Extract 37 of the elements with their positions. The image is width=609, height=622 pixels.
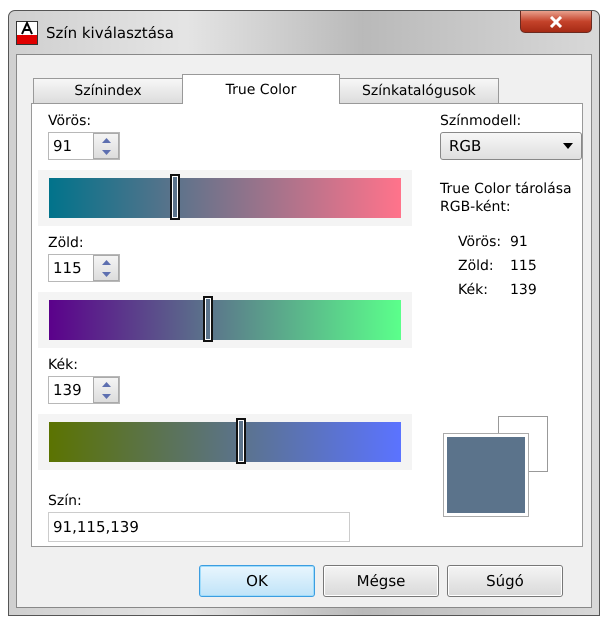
up-arrow-icon — [102, 382, 110, 386]
channel-label: Vörös: — [48, 112, 92, 130]
channel-label: Zöld: — [48, 234, 85, 252]
slider-thumb[interactable] — [170, 174, 180, 220]
color-model-dropdown[interactable]: RGB — [440, 132, 582, 160]
channel-name: Vörös: — [458, 234, 502, 250]
storage-caption: True Color tárolása RGB-ként: — [440, 180, 573, 216]
close-button[interactable] — [520, 11, 592, 33]
down-arrow-icon — [102, 150, 110, 154]
spin-field[interactable]: 91 — [48, 132, 120, 160]
color-model-label: Színmodell: — [440, 112, 522, 130]
down-arrow-icon — [102, 272, 110, 276]
dialog-button[interactable]: Súgó — [447, 565, 563, 597]
channel-name: Kék: — [458, 282, 489, 298]
window-title: Szín kiválasztása — [46, 24, 174, 42]
slider-thumb[interactable] — [202, 296, 213, 342]
channel-value: 139 — [510, 282, 538, 298]
down-arrow-icon — [102, 394, 110, 398]
slider-thumb[interactable] — [236, 418, 246, 464]
channel-name: Zöld: — [458, 258, 495, 274]
app-icon — [16, 20, 38, 44]
channel-label: Kék: — [48, 356, 79, 374]
spin-field[interactable]: 115 — [48, 254, 120, 282]
dropdown-arrow-icon — [563, 143, 573, 149]
tab[interactable]: Színkatalógusok — [339, 78, 499, 103]
spin-field[interactable]: 139 — [48, 376, 120, 404]
dialog-button[interactable]: Mégse — [323, 565, 439, 597]
up-arrow-icon — [102, 260, 110, 264]
up-arrow-icon — [102, 138, 110, 142]
channel-value: 115 — [510, 258, 538, 274]
color-field[interactable]: 91,115,139 — [48, 512, 350, 542]
tab[interactable]: Színindex — [33, 78, 183, 103]
tab[interactable]: True Color — [182, 74, 340, 104]
channel-value: 91 — [510, 234, 529, 250]
color-label: Szín: — [48, 492, 83, 510]
close-icon — [549, 16, 563, 28]
dialog-button[interactable]: OK — [199, 565, 315, 597]
